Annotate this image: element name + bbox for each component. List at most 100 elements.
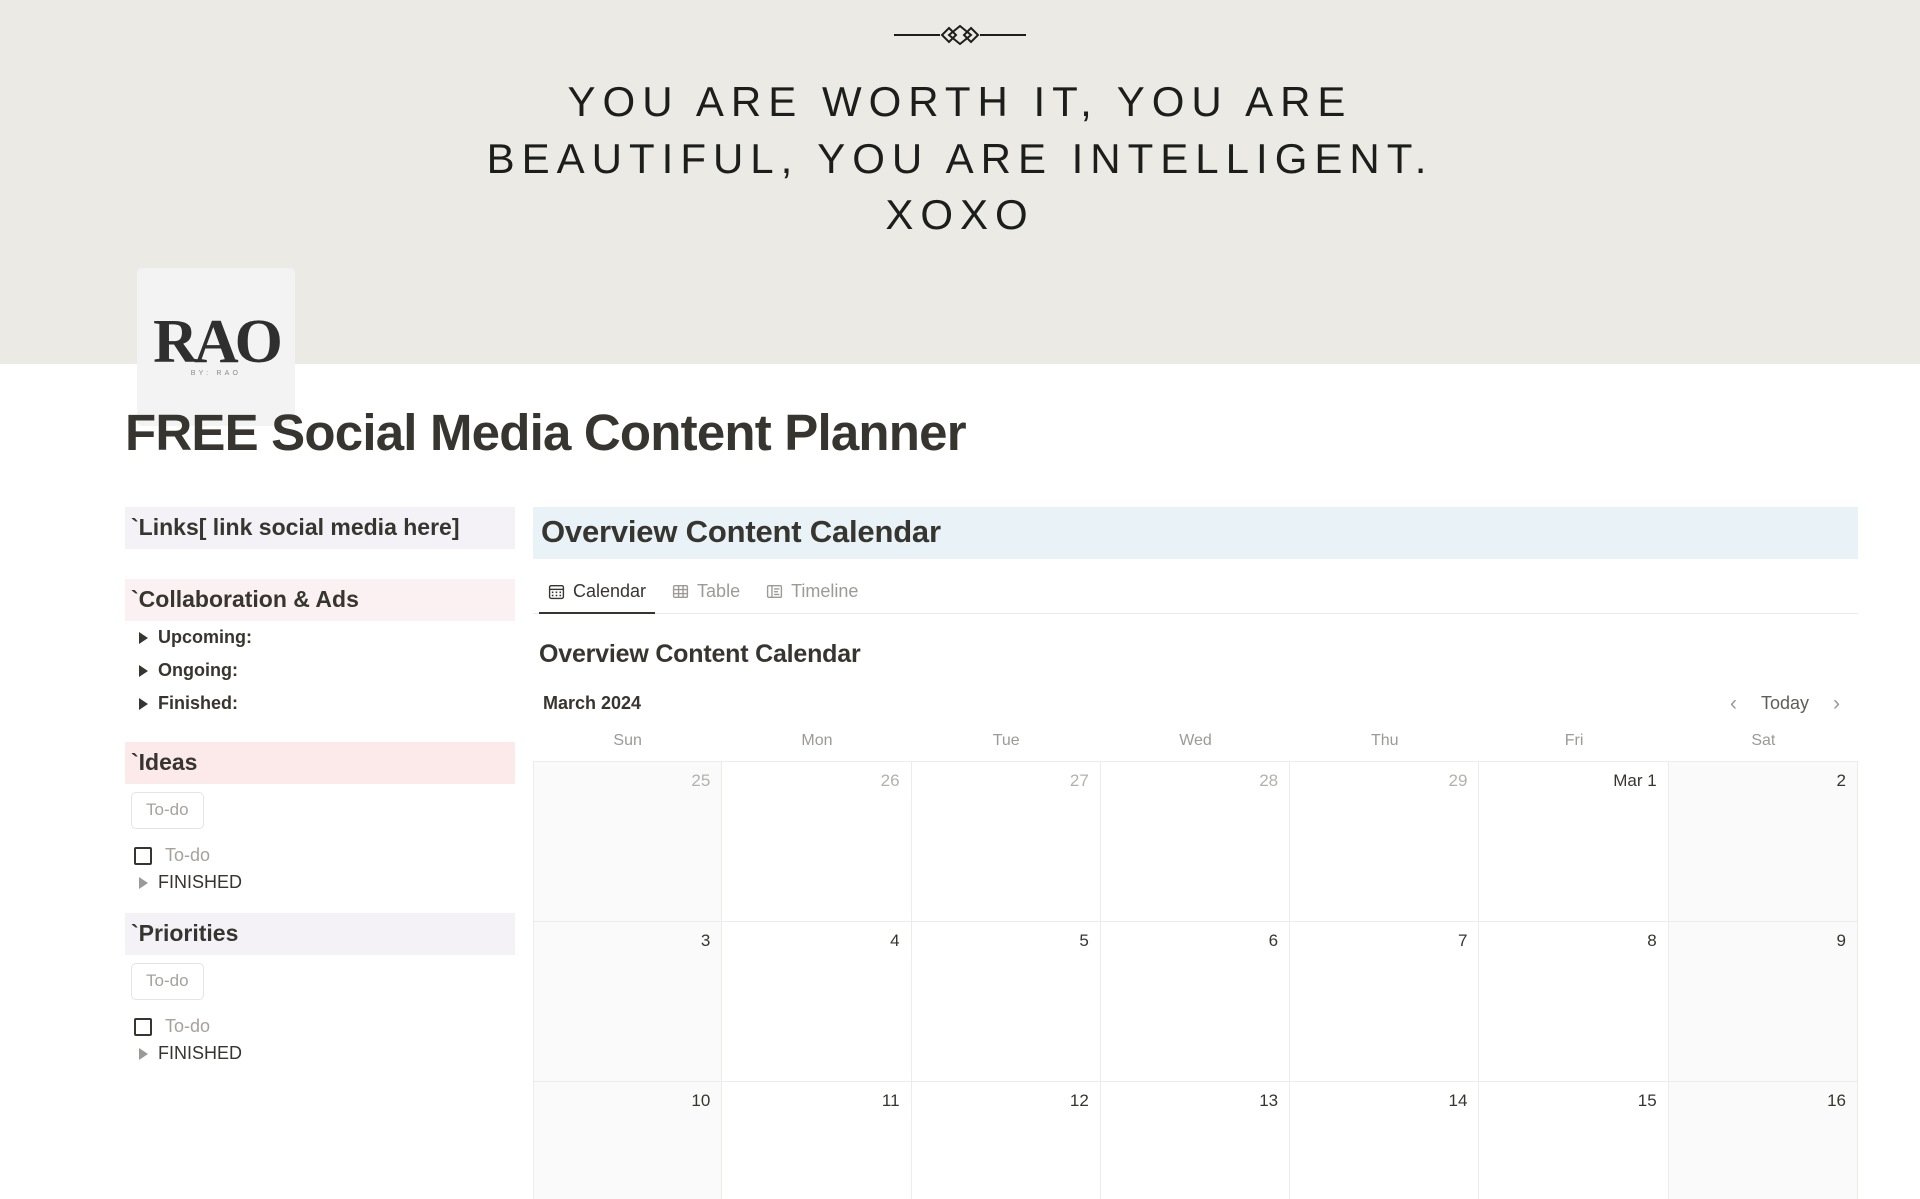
page-title: FREE Social Media Content Planner <box>125 404 967 461</box>
section-heading-collaboration-ads[interactable]: `Collaboration & Ads <box>125 579 515 622</box>
calendar-day-number: 2 <box>1836 771 1846 791</box>
left-column: `Links[ link social media here] `Collabo… <box>125 507 533 1070</box>
ideas-finished-toggle[interactable]: FINISHED <box>125 866 515 899</box>
calendar-day-cell[interactable]: 7 <box>1290 922 1480 1083</box>
diamond-divider-icon <box>894 24 1026 46</box>
calendar-day-number: 28 <box>1259 771 1279 791</box>
tab-label: Table <box>697 581 741 602</box>
page-body: FREE Social Media Content Planner `Links… <box>0 364 1920 1199</box>
calendar-weekday: Tue <box>992 732 1020 750</box>
calendar-day-number: 11 <box>881 1091 900 1111</box>
calendar-weekday: Wed <box>1179 732 1212 750</box>
calendar-day-cell[interactable]: 9 <box>1668 922 1858 1083</box>
calendar-day-number: 12 <box>1069 1091 1089 1111</box>
chevron-right-icon <box>139 1047 148 1060</box>
calendar-day-cell[interactable]: 26 <box>722 762 912 923</box>
section-heading-links[interactable]: `Links[ link social media here] <box>125 507 515 550</box>
toggle-label: Ongoing: <box>158 660 238 681</box>
calendar-weekday-header: Sun Mon Tue Wed Thu Fri Sat <box>533 730 1858 763</box>
two-column-layout: `Links[ link social media here] `Collabo… <box>125 507 1920 1199</box>
calendar-day-number: 4 <box>890 931 900 951</box>
section-heading-priorities[interactable]: `Priorities <box>125 913 515 956</box>
section-heading-ideas[interactable]: `Ideas <box>125 742 515 785</box>
calendar-day-number: 5 <box>1079 931 1089 951</box>
calendar-month-label: March 2024 <box>543 693 642 714</box>
today-button[interactable]: Today <box>1759 691 1811 716</box>
calendar-day-number: 8 <box>1647 931 1657 951</box>
toggle-label: FINISHED <box>158 1043 243 1064</box>
calendar-day-number: 29 <box>1448 771 1468 791</box>
calendar-weekday: Sat <box>1751 732 1776 750</box>
calendar-day-number: 27 <box>1069 771 1089 791</box>
calendar-day-cell[interactable]: 29 <box>1290 762 1480 923</box>
chevron-right-icon <box>139 664 148 677</box>
calendar-day-number: 14 <box>1448 1091 1468 1111</box>
calendar-day-cell[interactable]: 4 <box>722 922 912 1083</box>
cover-quote: YOU ARE WORTH IT, YOU ARE BEAUTIFUL, YOU… <box>486 78 1434 239</box>
database-title[interactable]: Overview Content Calendar <box>533 507 1858 560</box>
calendar-day-cell[interactable]: 8 <box>1479 922 1669 1083</box>
chevron-right-icon <box>139 876 148 889</box>
calendar-day-cell[interactable]: 28 <box>1100 762 1291 923</box>
tab-table[interactable]: Table <box>663 575 749 614</box>
calendar-day-cell[interactable]: 15 <box>1479 1082 1669 1199</box>
calendar-day-number: 15 <box>1637 1091 1657 1111</box>
toggle-finished[interactable]: Finished: <box>125 687 515 720</box>
right-column: Overview Content Calendar Calendar Table… <box>533 507 1920 1199</box>
calendar-day-cell[interactable]: 5 <box>911 922 1101 1083</box>
calendar-day-cell[interactable]: 25 <box>533 762 723 923</box>
calendar-day-number: 26 <box>880 771 900 791</box>
calendar-day-cell[interactable]: 10 <box>533 1082 723 1199</box>
tab-timeline[interactable]: Timeline <box>757 575 867 614</box>
calendar-day-number: 13 <box>1259 1091 1279 1111</box>
tab-calendar[interactable]: Calendar <box>539 575 656 615</box>
calendar-navigation: March 2024 ‹ Today › <box>533 691 1858 716</box>
calendar-day-cell[interactable]: 12 <box>911 1082 1101 1199</box>
calendar-day-number: 16 <box>1827 1091 1846 1111</box>
calendar-day-cell[interactable]: 16 <box>1668 1082 1858 1199</box>
checkbox-icon[interactable] <box>134 1017 152 1036</box>
calendar-day-number: 7 <box>1457 931 1468 951</box>
chevron-right-icon <box>139 697 148 710</box>
calendar-grid: 25 26 27 28 29 Mar 1 2 3 4 5 6 7 8 9 10 11 12 13 14 15 16 <box>533 762 1858 1199</box>
ideas-todo-button[interactable]: To-do <box>131 792 204 830</box>
table-icon <box>672 583 689 600</box>
calendar-day-cell[interactable]: 3 <box>533 922 723 1083</box>
toggle-ongoing[interactable]: Ongoing: <box>125 654 515 687</box>
chevron-left-icon[interactable]: ‹ <box>1726 691 1741 716</box>
calendar-view-title: Overview Content Calendar <box>539 640 861 669</box>
calendar-day-cell[interactable]: Mar 1 <box>1479 762 1669 923</box>
tab-label: Calendar <box>573 581 647 602</box>
calendar-day-number: 6 <box>1268 931 1279 951</box>
calendar-day-cell[interactable]: 2 <box>1668 762 1858 923</box>
calendar-day-cell[interactable]: 6 <box>1100 922 1291 1083</box>
toggle-label: FINISHED <box>158 872 243 893</box>
priorities-todo-button[interactable]: To-do <box>131 963 204 1001</box>
toggle-upcoming[interactable]: Upcoming: <box>125 621 515 654</box>
priorities-finished-toggle[interactable]: FINISHED <box>125 1037 515 1070</box>
checkbox-icon[interactable] <box>134 846 152 865</box>
calendar-controls: ‹ Today › <box>1726 691 1844 716</box>
view-tabbar: Calendar Table Timeline <box>533 575 1858 615</box>
calendar-day-number: 10 <box>691 1091 711 1111</box>
priorities-todo-checkbox-row[interactable]: To-do <box>134 1016 515 1037</box>
checkbox-label: To-do <box>165 845 211 866</box>
calendar-weekday: Sun <box>613 732 642 750</box>
calendar-day-number: Mar 1 <box>1613 771 1657 791</box>
ideas-todo-checkbox-row[interactable]: To-do <box>134 845 515 866</box>
calendar-weekday: Fri <box>1564 732 1584 750</box>
toggle-label: Upcoming: <box>158 627 252 648</box>
chevron-right-icon[interactable]: › <box>1829 691 1844 716</box>
calendar-day-cell[interactable]: 27 <box>911 762 1101 923</box>
calendar-day-cell[interactable]: 11 <box>722 1082 912 1199</box>
calendar-weekday: Thu <box>1370 732 1399 750</box>
calendar-day-number: 3 <box>700 931 711 951</box>
logo-wordmark: RAO <box>153 307 283 376</box>
toggle-label: Finished: <box>158 693 238 714</box>
calendar-day-cell[interactable]: 13 <box>1100 1082 1291 1199</box>
checkbox-label: To-do <box>165 1016 211 1037</box>
calendar-day-cell[interactable]: 14 <box>1290 1082 1480 1199</box>
calendar-day-number: 25 <box>691 771 711 791</box>
tab-label: Timeline <box>791 581 859 602</box>
chevron-right-icon <box>139 631 148 644</box>
